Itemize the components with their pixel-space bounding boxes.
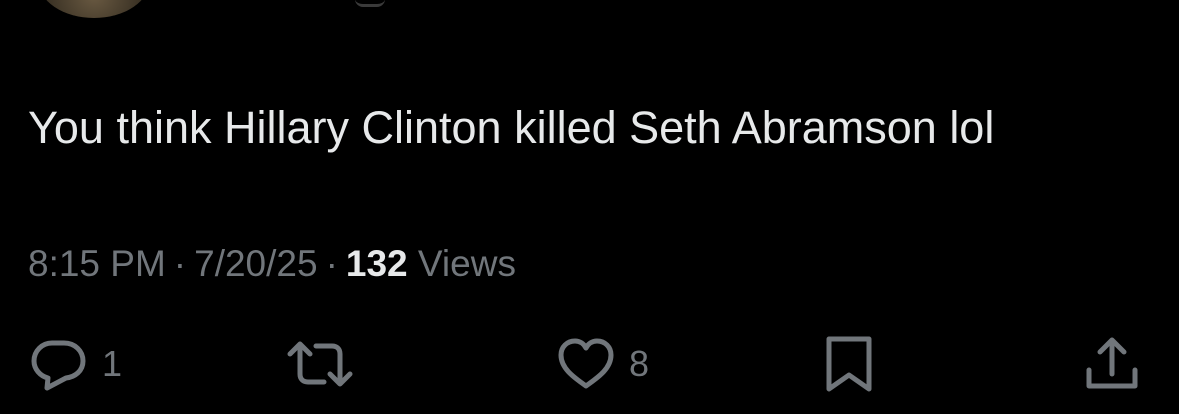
tweet-meta: 8:15 PM · 7/20/25 · 132 Views: [28, 242, 516, 286]
tweet-time[interactable]: 8:15 PM: [28, 243, 166, 284]
meta-separator: ·: [173, 243, 187, 284]
author-name-fragment: [355, 0, 385, 7]
share-upload-icon: [1084, 336, 1140, 392]
meta-separator: ·: [325, 243, 338, 284]
tweet-date[interactable]: 7/20/25: [194, 243, 317, 284]
bookmark-button[interactable]: [823, 336, 875, 392]
like-count: 8: [629, 343, 650, 384]
speech-bubble-icon: [30, 336, 88, 392]
views-count: 132: [345, 243, 408, 284]
action-bar: 1 8: [0, 330, 1179, 400]
repost-arrows-icon: [286, 336, 354, 392]
views-label: Views: [417, 243, 516, 284]
heart-icon: [557, 336, 615, 392]
share-button[interactable]: [1084, 336, 1140, 392]
tweet-text: You think Hillary Clinton killed Seth Ab…: [28, 102, 995, 153]
reply-count: 1: [102, 343, 123, 384]
bookmark-icon: [823, 335, 875, 393]
like-button[interactable]: 8: [557, 336, 649, 392]
avatar[interactable]: [38, 0, 150, 18]
repost-button[interactable]: [286, 336, 354, 392]
reply-button[interactable]: 1: [30, 336, 122, 392]
